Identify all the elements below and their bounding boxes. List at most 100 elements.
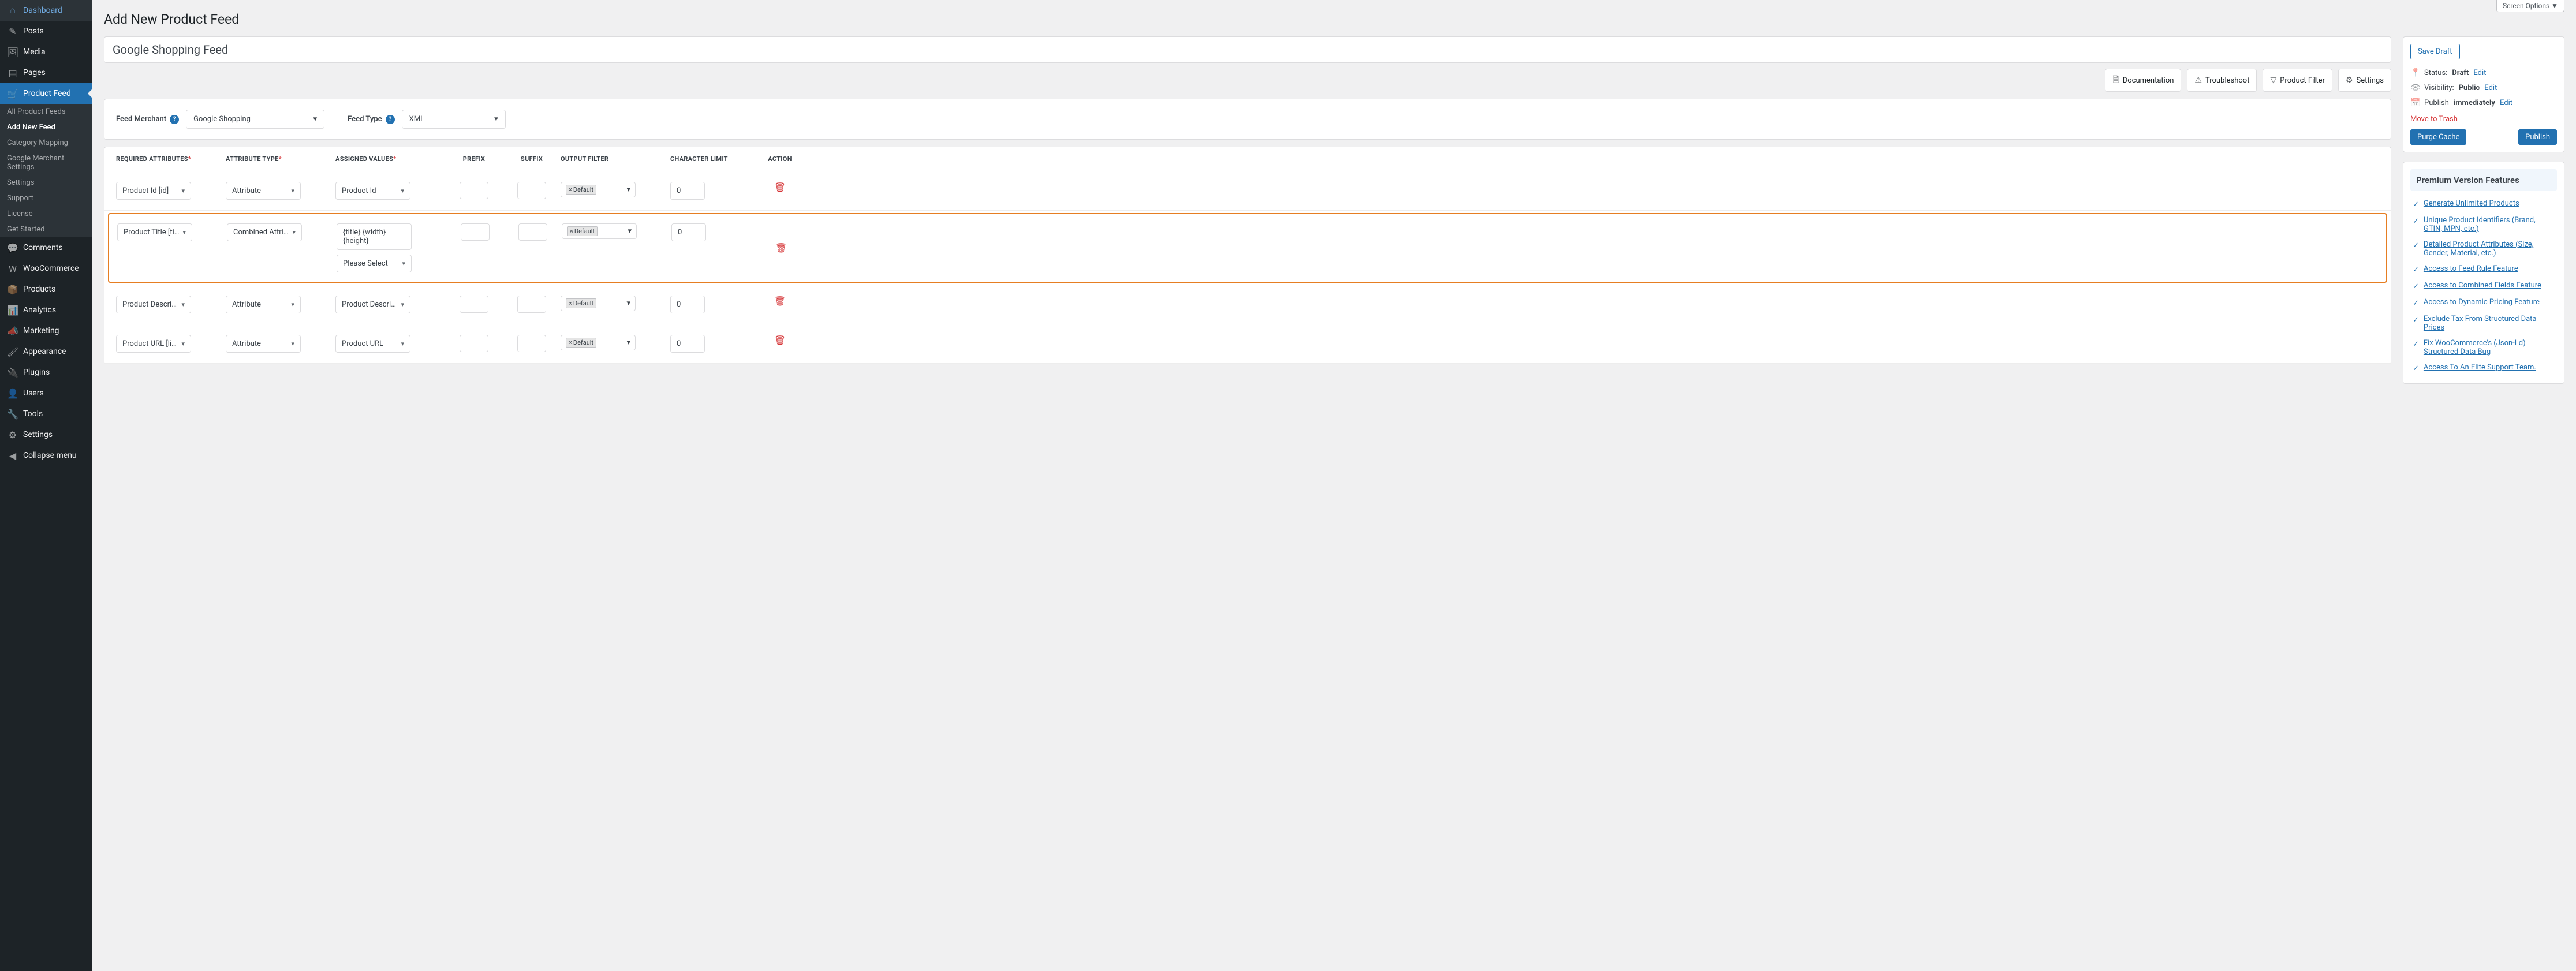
feature-link[interactable]: Unique Product Identifiers (Brand, GTIN,… xyxy=(2424,216,2555,233)
attr-type-select[interactable]: Attribute▾ xyxy=(226,182,301,200)
feature-link[interactable]: Access to Combined Fields Feature xyxy=(2424,281,2541,291)
prefix-input[interactable] xyxy=(460,335,488,352)
sub-item-settings[interactable]: Settings xyxy=(0,175,92,191)
publish-button[interactable]: Publish xyxy=(2518,129,2557,145)
char-limit-input[interactable]: 0 xyxy=(670,335,705,353)
feature-item: ✓ Fix WooCommerce's (Json-Ld) Structured … xyxy=(2410,335,2557,360)
feed-title-input[interactable]: Google Shopping Feed xyxy=(104,36,2391,63)
char-limit-input[interactable]: 0 xyxy=(670,296,705,313)
header-type: Attribute Type xyxy=(226,155,335,163)
purge-cache-button[interactable]: Purge Cache xyxy=(2410,129,2466,145)
settings-button[interactable]: ⚙Settings xyxy=(2338,69,2391,92)
delete-row-button[interactable]: 🗑 xyxy=(757,296,803,307)
screen-options-toggle[interactable]: Screen Options ▼ xyxy=(2496,0,2564,12)
feed-toolbar: 🗎Documentation ⚠Troubleshoot ▽Product Fi… xyxy=(104,69,2391,92)
delete-row-button[interactable]: 🗑 xyxy=(758,242,804,253)
prefix-input[interactable] xyxy=(461,223,490,241)
sidebar-item-settings[interactable]: ⚙Settings xyxy=(0,424,92,445)
prefix-input[interactable] xyxy=(460,296,488,313)
chevron-down-icon: ▾ xyxy=(182,229,186,236)
sidebar-item-plugins[interactable]: 🔌Plugins xyxy=(0,362,92,383)
sidebar-item-product-feed[interactable]: 🛒Product Feed xyxy=(0,83,92,104)
sidebar-item-comments[interactable]: 💬Comments xyxy=(0,237,92,258)
required-attr-select[interactable]: Product Description [description]▾ xyxy=(116,296,191,313)
combined-values-input[interactable]: {title} {width} {height} xyxy=(337,223,412,250)
output-filter-select[interactable]: ×Default▾ xyxy=(561,335,636,350)
assigned-value-select[interactable]: Product Description▾ xyxy=(335,296,410,313)
trash-icon: 🗑 xyxy=(774,182,786,193)
sidebar-item-marketing[interactable]: 📣Marketing xyxy=(0,320,92,341)
pages-icon: ▤ xyxy=(7,67,18,79)
check-icon: ✓ xyxy=(2413,340,2419,356)
sub-item-license[interactable]: License xyxy=(0,206,92,222)
help-icon[interactable]: ? xyxy=(386,115,395,124)
output-filter-select[interactable]: ×Default▾ xyxy=(562,223,637,239)
sidebar-item-posts[interactable]: ✎Posts xyxy=(0,21,92,42)
analytics-icon: 📊 xyxy=(7,304,18,316)
feature-link[interactable]: Fix WooCommerce's (Json-Ld) Structured D… xyxy=(2424,339,2555,356)
move-to-trash-link[interactable]: Move to Trash xyxy=(2410,115,2458,124)
save-draft-button[interactable]: Save Draft xyxy=(2410,44,2460,59)
assigned-value-select[interactable]: Product URL▾ xyxy=(335,335,410,353)
prefix-input[interactable] xyxy=(460,182,488,199)
suffix-input[interactable] xyxy=(517,296,546,313)
suffix-input[interactable] xyxy=(517,182,546,199)
sidebar-item-dashboard[interactable]: ⌂Dashboard xyxy=(0,0,92,21)
help-icon[interactable]: ? xyxy=(170,115,179,124)
feed-type-select[interactable]: XML▾ xyxy=(402,110,506,129)
sub-item-category-mapping[interactable]: Category Mapping xyxy=(0,135,92,151)
sub-item-add-new-feed[interactable]: Add New Feed xyxy=(0,119,92,135)
suffix-input[interactable] xyxy=(517,335,546,352)
sub-item-support[interactable]: Support xyxy=(0,191,92,206)
attr-type-select[interactable]: Combined Attributes▾ xyxy=(227,223,302,241)
header-output: Output Filter xyxy=(561,155,670,163)
table-row: Product URL [link]▾ Attribute▾ Product U… xyxy=(104,324,2391,364)
tools-icon: 🔧 xyxy=(7,408,18,420)
assigned-value-select[interactable]: Product Id▾ xyxy=(335,182,410,200)
feature-link[interactable]: Access to Dynamic Pricing Feature xyxy=(2424,298,2540,308)
sidebar-item-pages[interactable]: ▤Pages xyxy=(0,62,92,83)
product-filter-button[interactable]: ▽Product Filter xyxy=(2263,69,2332,92)
feature-link[interactable]: Access to Feed Rule Feature xyxy=(2424,264,2518,274)
sidebar-item-appearance[interactable]: 🖌Appearance xyxy=(0,341,92,362)
sidebar-item-analytics[interactable]: 📊Analytics xyxy=(0,300,92,320)
comments-icon: 💬 xyxy=(7,242,18,253)
documentation-button[interactable]: 🗎Documentation xyxy=(2105,69,2181,92)
feature-link[interactable]: Access To An Elite Support Team. xyxy=(2424,363,2536,373)
edit-date-link[interactable]: Edit xyxy=(2500,99,2512,107)
feed-merchant-select[interactable]: Google Shopping▾ xyxy=(186,110,324,129)
check-icon: ✓ xyxy=(2413,299,2419,308)
sub-item-get-started[interactable]: Get Started xyxy=(0,222,92,237)
troubleshoot-button[interactable]: ⚠Troubleshoot xyxy=(2187,69,2257,92)
char-limit-input[interactable]: 0 xyxy=(670,182,705,200)
edit-visibility-link[interactable]: Edit xyxy=(2484,84,2497,92)
sidebar-item-woocommerce[interactable]: WWooCommerce xyxy=(0,258,92,279)
sidebar-item-tools[interactable]: 🔧Tools xyxy=(0,404,92,424)
feature-link[interactable]: Detailed Product Attributes (Size, Gende… xyxy=(2424,240,2555,257)
sidebar-item-users[interactable]: 👤Users xyxy=(0,383,92,404)
edit-status-link[interactable]: Edit xyxy=(2473,69,2486,77)
attr-type-select[interactable]: Attribute▾ xyxy=(226,335,301,353)
delete-row-button[interactable]: 🗑 xyxy=(757,335,803,346)
sub-item-all-feeds[interactable]: All Product Feeds xyxy=(0,104,92,119)
assigned-value-select[interactable]: Please Select▾ xyxy=(337,255,412,272)
delete-row-button[interactable]: 🗑 xyxy=(757,182,803,193)
suffix-input[interactable] xyxy=(518,223,547,241)
char-limit-input[interactable]: 0 xyxy=(671,223,706,241)
feature-item: ✓Detailed Product Attributes (Size, Gend… xyxy=(2410,237,2557,261)
output-filter-select[interactable]: ×Default▾ xyxy=(561,296,636,311)
output-filter-select[interactable]: ×Default▾ xyxy=(561,182,636,197)
feature-link[interactable]: Generate Unlimited Products xyxy=(2424,199,2519,209)
required-attr-select[interactable]: Product Id [id]▾ xyxy=(116,182,191,200)
sidebar-item-media[interactable]: 🖼Media xyxy=(0,42,92,62)
sidebar-item-products[interactable]: 📦Products xyxy=(0,279,92,300)
required-attr-select[interactable]: Product Title [title]▾ xyxy=(117,223,192,241)
chevron-down-icon: ▾ xyxy=(401,187,404,195)
sidebar-item-collapse[interactable]: ◀Collapse menu xyxy=(0,445,92,466)
sub-item-google-merchant[interactable]: Google Merchant Settings xyxy=(0,151,92,175)
attr-type-select[interactable]: Attribute▾ xyxy=(226,296,301,313)
dashboard-icon: ⌂ xyxy=(7,5,18,16)
feature-link[interactable]: Exclude Tax From Structured Data Prices xyxy=(2424,315,2555,332)
publish-panel: Save Draft 📍Status: Draft Edit 👁Visibili… xyxy=(2403,36,2564,152)
required-attr-select[interactable]: Product URL [link]▾ xyxy=(116,335,191,353)
